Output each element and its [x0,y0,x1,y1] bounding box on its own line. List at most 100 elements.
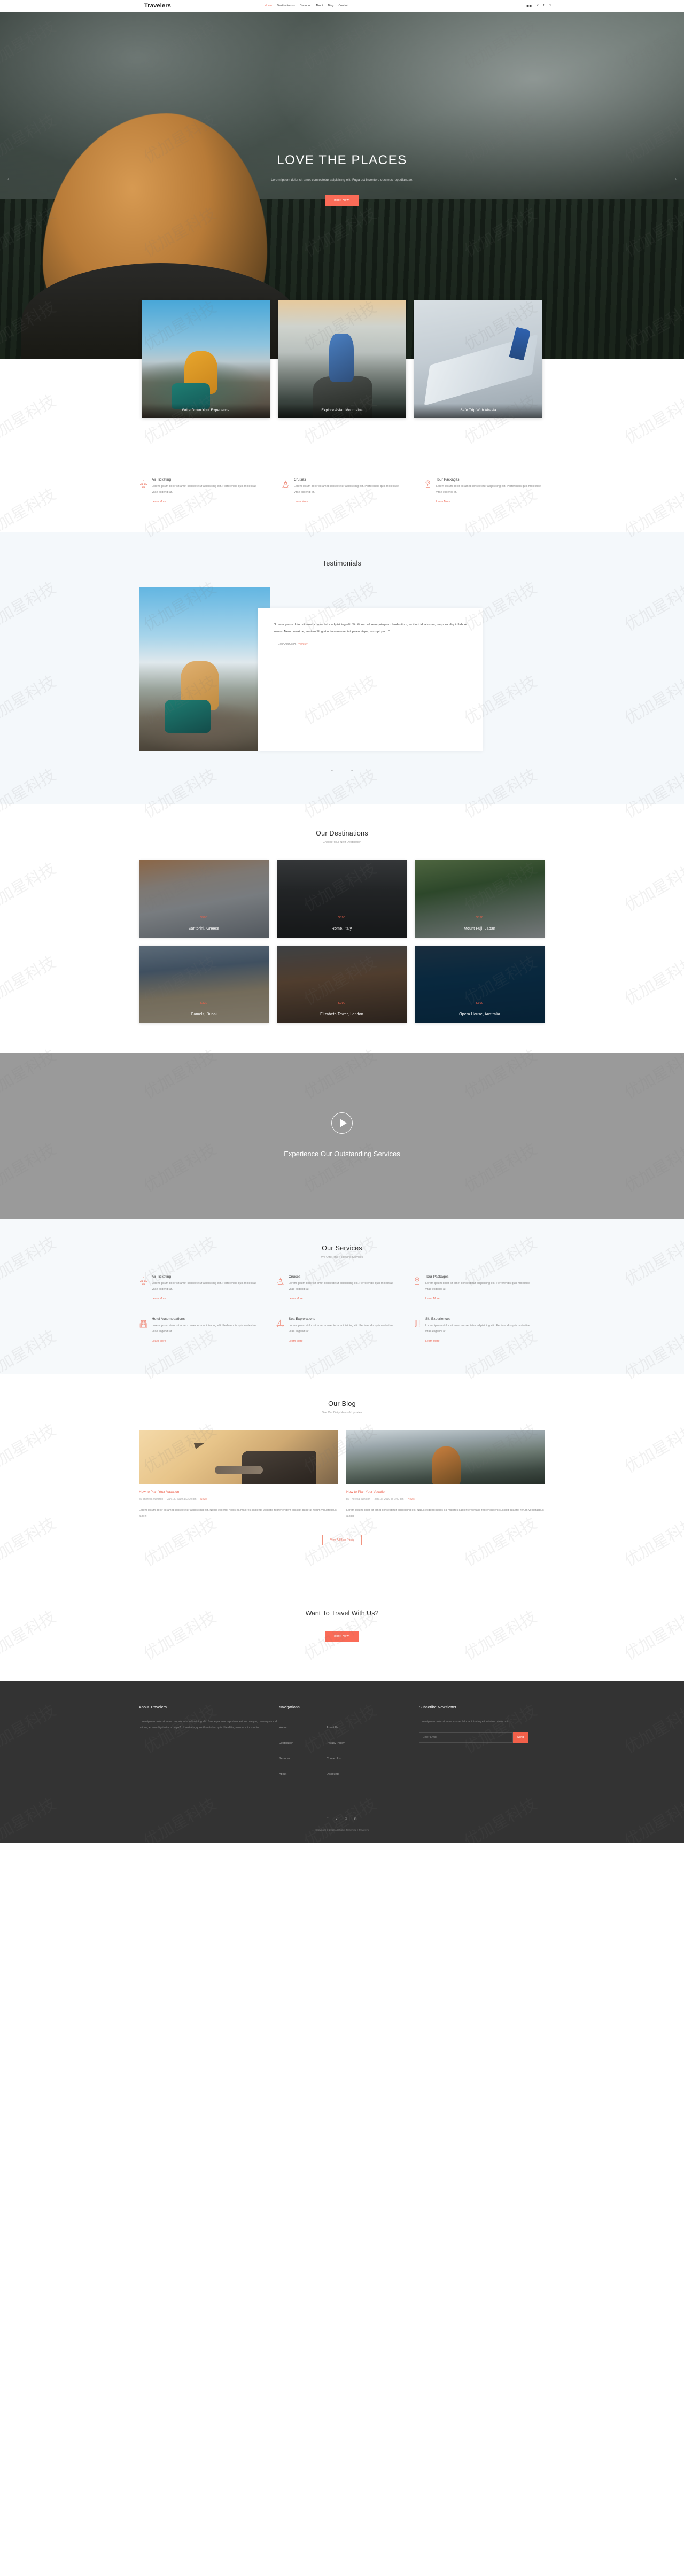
destination-card[interactable]: $290 Elizabeth Tower, London [277,946,407,1024]
facebook-icon[interactable]: f [328,1817,329,1821]
testimonial-carousel-controls: ← → [139,764,545,774]
newsletter-email-input[interactable] [419,1732,513,1743]
linkedin-icon[interactable]: in [354,1817,357,1821]
instagram-icon[interactable]: □ [345,1817,347,1821]
blog-post-category[interactable]: News [200,1498,207,1501]
feature-card-image [278,300,406,418]
footer-link-about[interactable]: About [279,1773,286,1776]
service-learn-more-link[interactable]: Learn More [425,1340,440,1343]
testimonials-section: Testimonials “Lorem ipsum dolor sit amet… [0,532,684,804]
destination-name: Mount Fuji, Japan [463,927,496,931]
footer-socials: f ᴠ □ in [139,1817,545,1821]
service-learn-more-link[interactable]: Learn More [289,1340,303,1343]
service-learn-more-link[interactable]: Learn More [289,1297,303,1301]
footer-link-destination[interactable]: Destination [279,1742,293,1745]
footer: About Travelers Lorem ipsum dolor sit am… [0,1681,684,1843]
service-body: Lorem ipsum dolor sit amet consectetur a… [152,1282,256,1291]
service-learn-more-link[interactable]: Learn More [436,500,450,504]
chevron-down-icon: ▾ [293,4,295,7]
blog-post-title[interactable]: How to Plan Your Vacation [139,1490,338,1494]
feature-card-caption: Explore Asian Mountains [278,404,406,418]
hero-book-now-button[interactable]: Book Now! [325,195,359,206]
service-body: Lorem ipsum dolor sit amet consectetur a… [294,485,399,494]
map-pin-icon [423,478,432,505]
twitter-icon[interactable]: ᴠ [537,4,538,7]
nav-item-contact[interactable]: Contact [338,4,348,7]
service-learn-more-link[interactable]: Learn More [294,500,308,504]
service-learn-more-link[interactable]: Learn More [152,1297,166,1301]
testimonial-author: — Clair Augustin, Traveler [274,643,308,646]
airplane-silhouette-icon [193,1440,206,1450]
service-title: Ski Experiences [425,1317,451,1321]
blog-post-category[interactable]: News [408,1498,415,1501]
nav-item-blog[interactable]: Blog [328,4,334,7]
testimonial-prev-button[interactable]: ← [330,769,334,772]
service-body: Lorem ipsum dolor sit amet consectetur a… [436,485,541,494]
blog-post-title[interactable]: How to Plan Your Vacation [346,1490,545,1494]
cta-book-now-button[interactable]: Book Now! [325,1630,359,1642]
flickr-icon[interactable]: ◉◉ [526,4,532,8]
destination-card[interactable]: $590 Santorini, Greece [139,860,269,938]
footer-link-privacy-policy[interactable]: Privacy Policy [327,1742,345,1745]
feature-card[interactable]: Safe Trip With Airasia [414,300,542,418]
service-learn-more-link[interactable]: Learn More [152,1340,166,1343]
nav-item-home[interactable]: Home [265,4,272,7]
newsletter-send-button[interactable]: Send [513,1732,528,1743]
destination-card[interactable]: $390 Opera House, Australia [415,946,545,1024]
destination-card[interactable]: $320 Camels, Dubai [139,946,269,1024]
nav-item-about[interactable]: About [316,4,323,7]
footer-newsletter-body: Lorem ipsum dolor sit amet consectetur a… [419,1720,510,1723]
service-body: Lorem ipsum dolor sit amet consectetur a… [289,1324,393,1334]
destination-name: Elizabeth Tower, London [320,1012,363,1017]
hotel-icon [139,1317,148,1344]
footer-link-about-us[interactable]: About Us [327,1726,338,1729]
blog-post-author: by Theresa Winston [139,1498,164,1502]
footer-link-home[interactable]: Home [279,1726,286,1729]
blog-post-meta: by Theresa Winston · Jan 18, 2019 at 2:0… [139,1498,207,1502]
service-body: Lorem ipsum dolor sit amet consectetur a… [425,1282,530,1291]
feature-card[interactable]: Explore Asian Mountains [278,300,406,418]
feature-cards-band: Write Down Your Experience Explore Asian… [0,300,684,466]
footer-link-discounts[interactable]: Discounts [327,1773,339,1776]
footer-link-services[interactable]: Services [279,1757,290,1760]
blog-post-image[interactable] [346,1430,545,1484]
site-brand[interactable]: Travelers [144,3,171,9]
video-section-title: Experience Our Outstanding Services [284,1150,400,1158]
facebook-icon[interactable]: f [543,4,544,7]
feature-card-image [142,300,270,418]
hero-prev-arrow[interactable]: ‹ [7,176,9,181]
service-title: Hotel Accomodations [152,1317,185,1321]
nav-item-destinations[interactable]: Destinations ▾ [277,4,294,7]
testimonial-quote: “Lorem ipsum dolor sit amet, consectetur… [274,623,468,634]
service-title: Cruises [294,478,306,482]
main-nav: Home Destinations ▾ Discount About Blog C… [265,4,348,7]
blog-post-image[interactable] [139,1430,338,1484]
top-services-section: Air Ticketing Lorem ipsum dolor sit amet… [0,466,684,532]
airplane-icon [139,1275,148,1302]
feature-card-caption: Write Down Your Experience [142,404,270,418]
twitter-icon[interactable]: ᴠ [336,1817,337,1821]
view-all-blog-posts-button[interactable]: View All Blog Posts [322,1534,362,1545]
service-learn-more-link[interactable]: Learn More [152,500,166,504]
blog-post: How to Plan Your Vacation by Theresa Win… [346,1430,545,1519]
blog-section: Our Blog See Our Daily News & Updates Ho… [0,1374,684,1575]
service-learn-more-link[interactable]: Learn More [425,1297,440,1301]
destination-price: $390 [476,916,484,920]
blog-title: Our Blog [328,1400,356,1408]
destination-card[interactable]: $390 Mount Fuji, Japan [415,860,545,938]
service-body: Lorem ipsum dolor sit amet consectetur a… [152,1324,256,1334]
feature-card[interactable]: Write Down Your Experience [142,300,270,418]
destination-card[interactable]: $390 Rome, Italy [277,860,407,938]
cta-section: Want To Travel With Us? Book Now! [0,1575,684,1681]
play-icon[interactable] [331,1112,353,1134]
destination-name: Santorini, Greece [188,927,220,931]
testimonial-next-button[interactable]: → [350,769,354,772]
service-item: Sea Explorations Lorem ipsum dolor sit a… [276,1317,398,1344]
destination-price: $590 [200,916,208,920]
testimonials-title: Testimonials [322,560,362,568]
footer-link-contact-us[interactable]: Contact Us [327,1757,341,1760]
destination-name: Rome, Italy [331,927,352,931]
nav-item-discount[interactable]: Discount [300,4,311,7]
instagram-icon[interactable]: □ [549,4,551,7]
hero-next-arrow[interactable]: › [675,176,677,181]
